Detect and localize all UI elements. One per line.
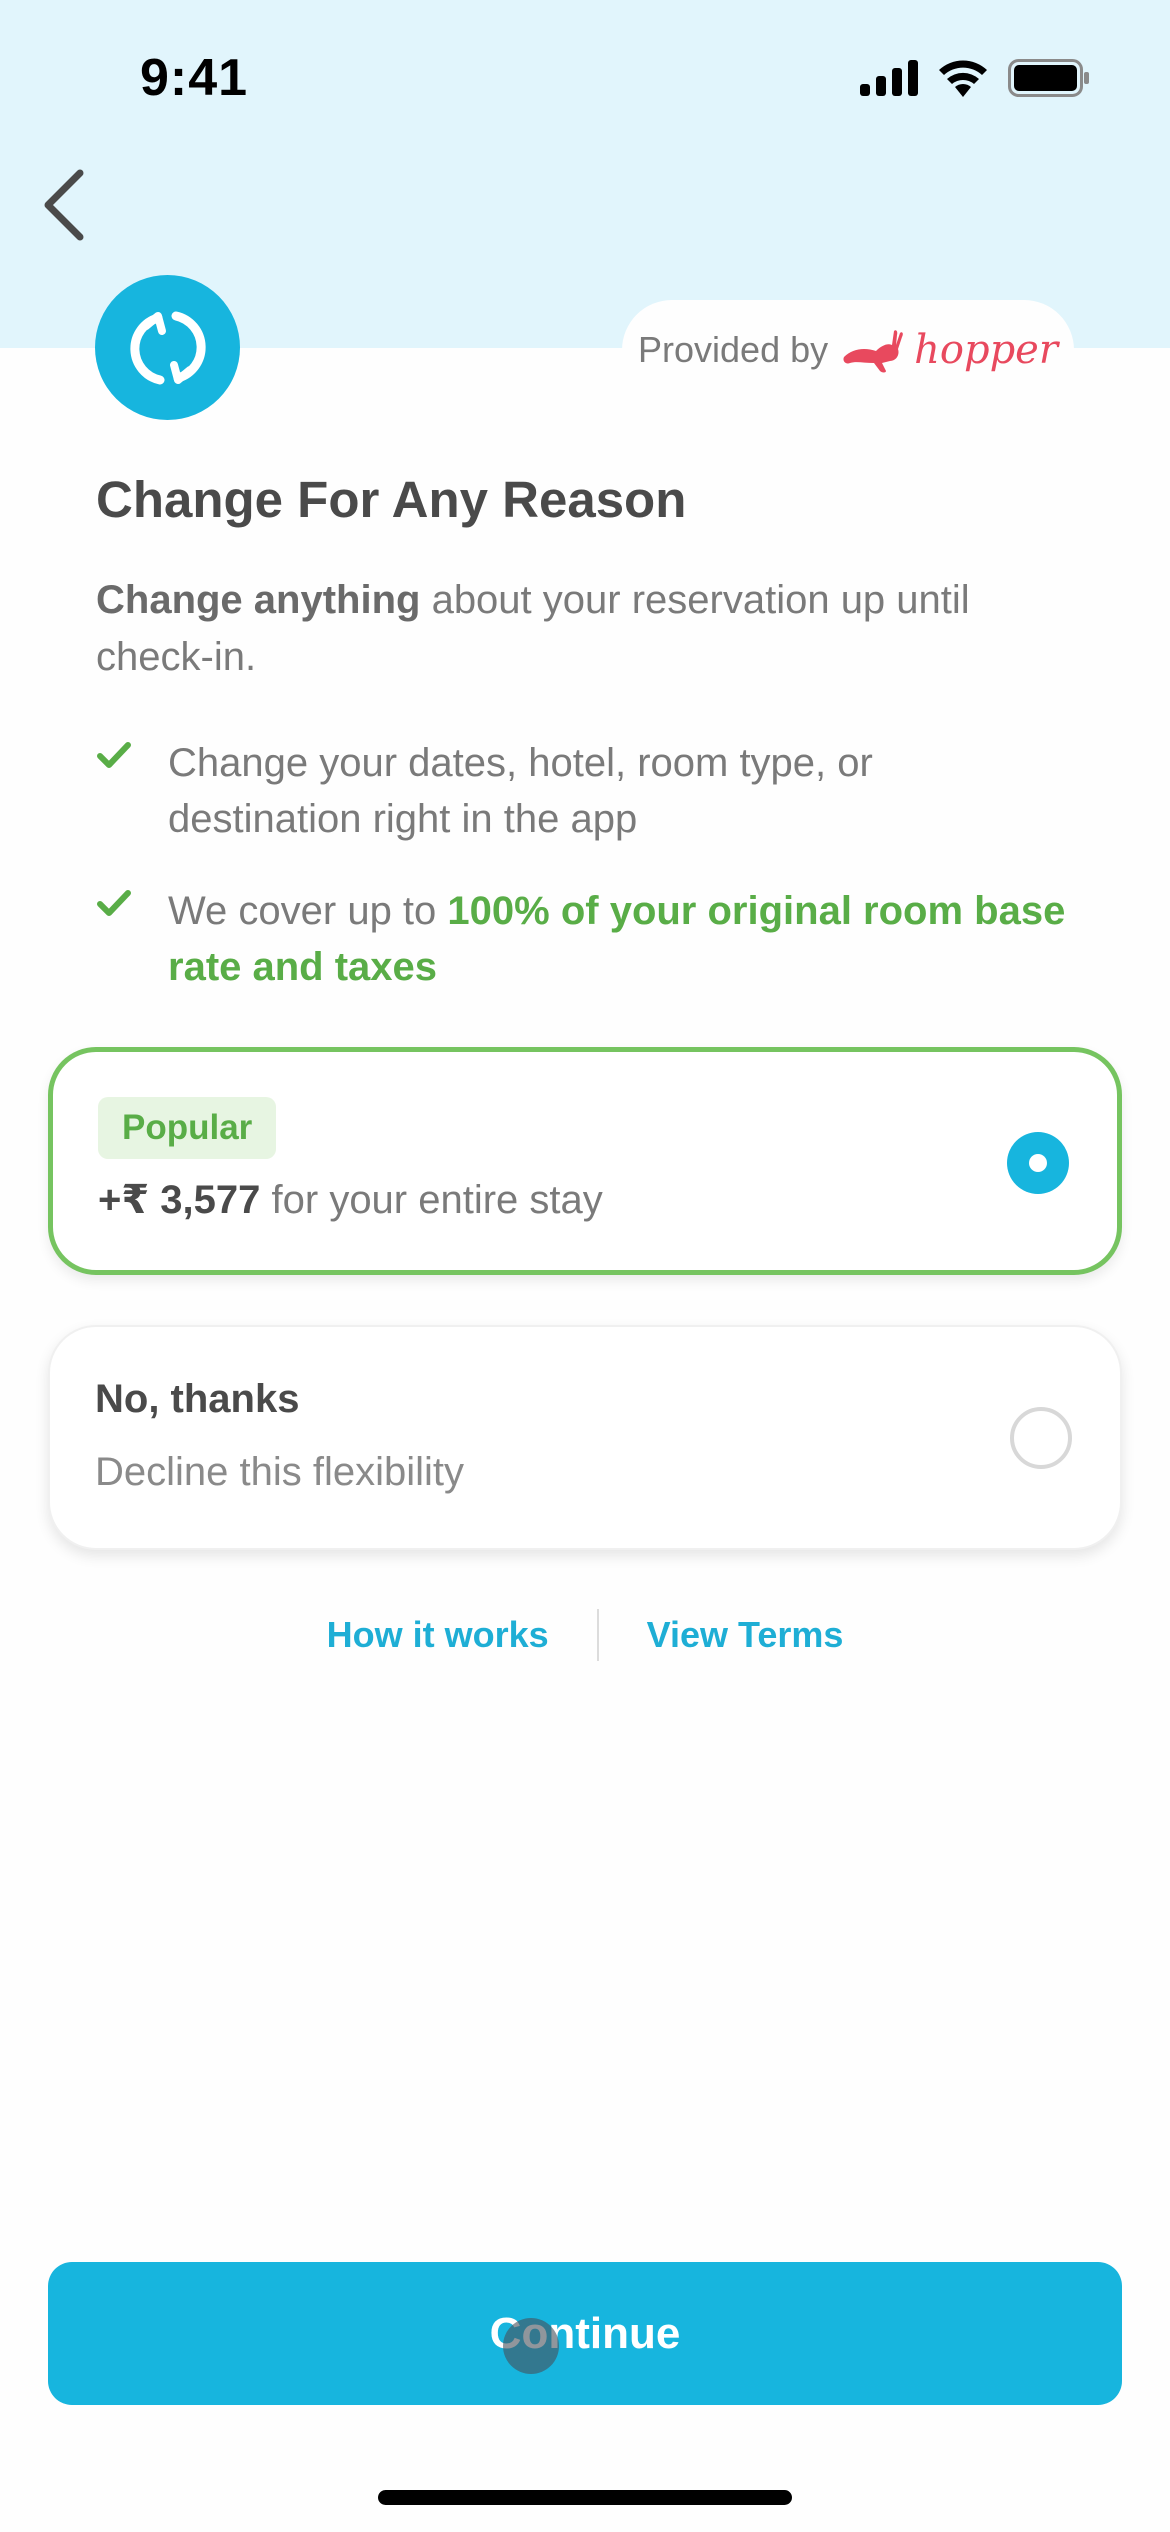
benefit-text-plain: Change your dates, hotel, room type, or … bbox=[168, 741, 873, 841]
info-links: How it works View Terms bbox=[0, 1605, 1170, 1665]
back-button[interactable] bbox=[36, 165, 96, 245]
hopper-wordmark: hopper bbox=[914, 327, 1058, 373]
popular-badge: Popular bbox=[98, 1097, 277, 1159]
refresh-cycle-icon bbox=[129, 311, 206, 384]
benefit-item: Change your dates, hotel, room type, or … bbox=[96, 735, 1096, 847]
radio-dot bbox=[1029, 1154, 1047, 1172]
check-icon bbox=[96, 735, 168, 847]
cellular-signal-icon bbox=[860, 60, 918, 96]
decline-subtitle: Decline this flexibility bbox=[95, 1450, 465, 1494]
decline-title: No, thanks bbox=[95, 1377, 300, 1421]
hopper-rabbit-icon bbox=[843, 330, 903, 373]
hopper-logo: hopper bbox=[842, 327, 1058, 373]
benefit-text-plain: We cover up to bbox=[168, 889, 448, 933]
battery-icon bbox=[1008, 59, 1089, 97]
chevron-left-icon bbox=[44, 169, 84, 241]
view-terms-link[interactable]: View Terms bbox=[647, 1614, 844, 1656]
check-icon bbox=[96, 883, 168, 995]
price-amount: +₹ 3,577 bbox=[98, 1178, 261, 1222]
page-title: Change For Any Reason bbox=[96, 471, 687, 528]
benefit-item: We cover up to 100% of your original roo… bbox=[96, 883, 1096, 995]
provided-by-label: Provided by bbox=[638, 329, 829, 370]
description-bold: Change anything bbox=[96, 578, 421, 622]
provided-by-pill: Provided by hopper bbox=[622, 300, 1074, 400]
continue-button[interactable]: Continue bbox=[48, 2262, 1122, 2405]
status-time: 9:41 bbox=[140, 49, 249, 107]
radio-unselected[interactable] bbox=[1010, 1407, 1072, 1469]
benefit-text: We cover up to 100% of your original roo… bbox=[168, 883, 1068, 995]
status-icons bbox=[860, 58, 1090, 98]
description: Change anything about your reservation u… bbox=[96, 572, 1086, 686]
benefit-text: Change your dates, hotel, room type, or … bbox=[168, 735, 1068, 847]
price-suffix: for your entire stay bbox=[260, 1178, 603, 1222]
home-indicator bbox=[378, 2490, 792, 2505]
how-it-works-link[interactable]: How it works bbox=[327, 1614, 549, 1656]
wifi-icon bbox=[939, 60, 987, 97]
radio-selected[interactable] bbox=[1007, 1132, 1069, 1194]
option-card-decline[interactable]: No, thanks Decline this flexibility bbox=[48, 1325, 1122, 1550]
option-price: +₹ 3,577 for your entire stay bbox=[98, 1177, 603, 1223]
feature-icon-badge bbox=[95, 275, 240, 420]
option-card-popular[interactable]: Popular +₹ 3,577 for your entire stay bbox=[48, 1047, 1122, 1275]
touch-indicator bbox=[503, 2318, 559, 2374]
link-divider bbox=[596, 1609, 599, 1661]
